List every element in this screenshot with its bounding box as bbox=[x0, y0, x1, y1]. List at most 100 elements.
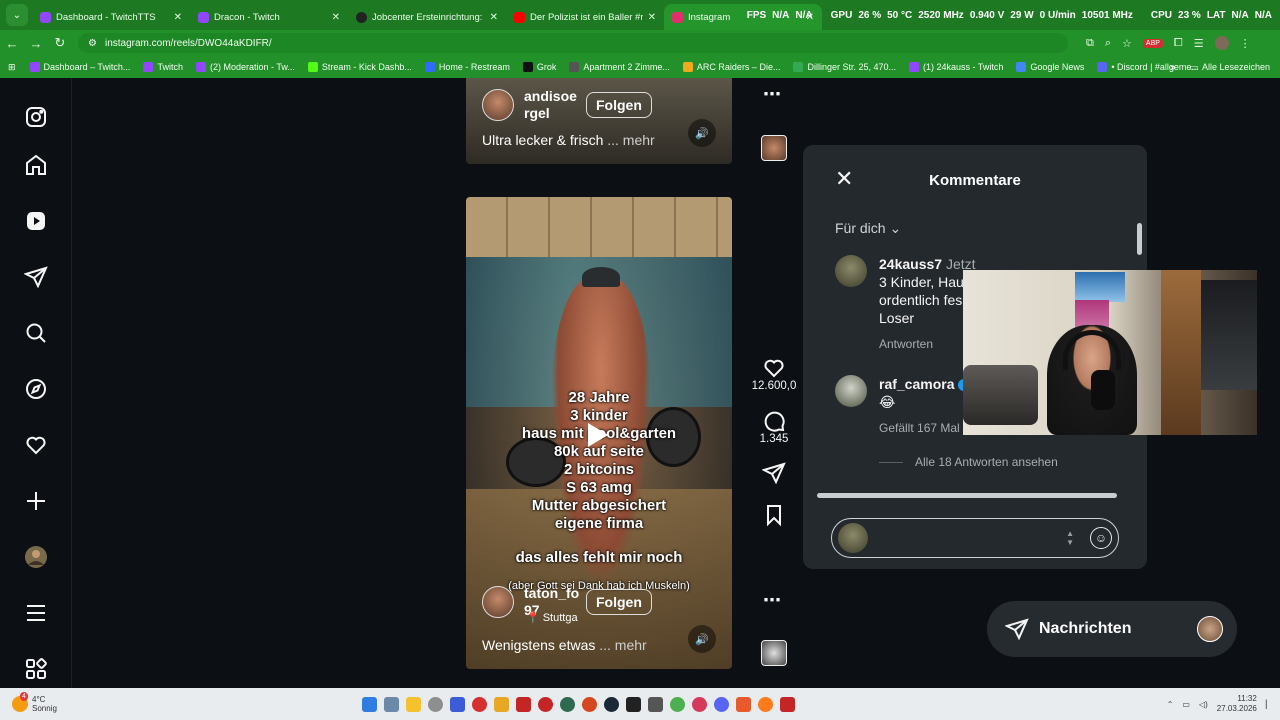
bookmark-item[interactable]: (1) 24kauss - Twitch bbox=[909, 62, 1003, 72]
avatar[interactable] bbox=[482, 586, 514, 618]
more-options-icon[interactable]: ⋯ bbox=[763, 590, 782, 611]
volume-icon[interactable]: 🔊 bbox=[688, 625, 716, 653]
opera-icon[interactable] bbox=[692, 696, 707, 712]
also-from-meta-icon[interactable] bbox=[24, 657, 48, 681]
scrollbar-thumb[interactable] bbox=[817, 493, 1117, 498]
scrollbar-thumb[interactable] bbox=[1137, 223, 1142, 255]
avatar[interactable] bbox=[835, 375, 867, 407]
instagram-logo-icon[interactable] bbox=[24, 105, 48, 129]
calculator-icon[interactable] bbox=[384, 696, 399, 712]
bookmark-item[interactable]: (2) Moderation - Tw... bbox=[195, 62, 295, 72]
reel-video[interactable]: 28 Jahre 3 kinder haus mit pool&garten 8… bbox=[466, 197, 732, 669]
bookmark-star-icon[interactable]: ☆ bbox=[1122, 37, 1132, 50]
bookmark-item[interactable]: Dashboard – Twitch... bbox=[29, 62, 130, 72]
app-icon[interactable] bbox=[780, 696, 795, 712]
reel-caption[interactable]: Wenigstens etwas ... mehr bbox=[482, 637, 647, 653]
avatar[interactable] bbox=[835, 255, 867, 287]
app-icon[interactable] bbox=[516, 696, 531, 712]
app-icon[interactable] bbox=[494, 696, 509, 712]
like-button[interactable]: 12.600,0 bbox=[752, 356, 796, 392]
mouse-app-icon[interactable] bbox=[428, 696, 443, 712]
app-icon[interactable] bbox=[538, 696, 553, 712]
firefox-icon[interactable] bbox=[758, 696, 773, 712]
profile-avatar-icon[interactable] bbox=[24, 545, 48, 569]
reply-button[interactable]: Antworten bbox=[879, 335, 976, 353]
install-app-icon[interactable]: ⧉ bbox=[1086, 37, 1094, 50]
resize-stepper-icon[interactable]: ▲ ▼ bbox=[1066, 529, 1074, 547]
bookmark-item[interactable]: Home - Restream bbox=[424, 62, 510, 72]
messages-button[interactable]: Nachrichten bbox=[987, 601, 1237, 657]
comment-username[interactable]: 24kauss7 bbox=[879, 256, 942, 272]
forward-arrow-icon[interactable]: → bbox=[24, 36, 48, 51]
profile-avatar-icon[interactable] bbox=[1214, 36, 1229, 50]
clock[interactable]: 11:32 27.03.2026 bbox=[1217, 694, 1257, 714]
view-replies-button[interactable]: Alle 18 Antworten ansehen bbox=[879, 455, 1058, 469]
chrome-icon[interactable] bbox=[670, 696, 685, 712]
terminal-icon[interactable] bbox=[626, 696, 641, 712]
site-info-icon[interactable]: ⚙ bbox=[88, 38, 97, 49]
app-icon[interactable] bbox=[648, 696, 663, 712]
bookmark-item[interactable]: Google News bbox=[1016, 62, 1084, 72]
tab-dracon-twitch[interactable]: Dracon - Twitch ✕ bbox=[190, 4, 348, 30]
close-icon[interactable]: ✕ bbox=[648, 12, 656, 23]
comment-input[interactable] bbox=[868, 519, 1067, 557]
menu-icon[interactable]: ⋮ bbox=[1240, 37, 1251, 50]
share-button[interactable] bbox=[762, 461, 786, 485]
app-icon[interactable] bbox=[582, 696, 597, 712]
notifications-heart-icon[interactable] bbox=[24, 433, 48, 457]
comment-username[interactable]: raf_camora bbox=[879, 376, 955, 392]
comment-button[interactable]: 1.345 bbox=[760, 409, 788, 445]
tab-dashboard-twitchtts[interactable]: Dashboard - TwitchTTS ✕ bbox=[32, 4, 190, 30]
tab-jobcenter[interactable]: Jobcenter Ersteinrichtung: Betr ✕ bbox=[348, 4, 506, 30]
comment-sort-dropdown[interactable]: Für dich ⌄ bbox=[835, 220, 901, 237]
location-tag[interactable]: 📍 Stuttga bbox=[526, 611, 578, 625]
follow-button[interactable]: Folgen bbox=[586, 589, 652, 615]
avatar[interactable] bbox=[482, 89, 514, 121]
windows-start-icon[interactable] bbox=[362, 696, 377, 712]
horizontal-scrollbar[interactable] bbox=[809, 491, 1139, 499]
bookmark-item[interactable]: Twitch bbox=[143, 62, 183, 72]
address-bar[interactable]: ⚙ instagram.com/reels/DWO44aKDIFR/ bbox=[78, 33, 1068, 53]
steam-icon[interactable] bbox=[604, 696, 619, 712]
bookmark-item[interactable]: Grok bbox=[522, 62, 556, 72]
adblock-icon[interactable]: ABP bbox=[1142, 38, 1163, 48]
close-icon[interactable]: ✕ bbox=[490, 12, 498, 23]
more-options-icon[interactable]: ⋯ bbox=[763, 84, 782, 105]
more-link[interactable]: ... mehr bbox=[607, 132, 654, 148]
v-app-icon[interactable] bbox=[450, 696, 465, 712]
search-icon[interactable] bbox=[24, 321, 48, 345]
close-icon[interactable]: ✕ bbox=[332, 12, 340, 23]
reload-icon[interactable]: ↻ bbox=[48, 35, 72, 51]
opera-gx-icon[interactable] bbox=[472, 696, 487, 712]
bookmark-item[interactable]: ARC Raiders – Die... bbox=[682, 62, 780, 72]
bookmark-item[interactable]: Stream - Kick Dashb... bbox=[307, 62, 412, 72]
discord-icon[interactable] bbox=[714, 696, 729, 712]
bookmark-item[interactable]: Apartment 2 Zimme... bbox=[569, 62, 670, 72]
chevron-up-icon[interactable]: ⌃ bbox=[1167, 700, 1174, 709]
follow-button[interactable]: Folgen bbox=[586, 92, 652, 118]
more-menu-icon[interactable] bbox=[24, 601, 48, 625]
reel-username[interactable]: andisoe rgel bbox=[524, 88, 577, 122]
tab-youtube-polizist[interactable]: Der Polizist ist ein Baller #mois ✕ bbox=[506, 4, 664, 30]
reading-list-icon[interactable]: ☰ bbox=[1194, 37, 1204, 50]
back-arrow-icon[interactable]: ← bbox=[0, 36, 24, 51]
all-bookmarks-folder[interactable]: ▭ Alle Lesezeichen bbox=[1189, 62, 1270, 73]
audio-thumbnail[interactable] bbox=[761, 135, 787, 161]
show-desktop-button[interactable]: ▏ bbox=[1266, 700, 1272, 709]
tab-search-button[interactable]: ⌄ bbox=[6, 4, 28, 26]
file-explorer-icon[interactable] bbox=[406, 696, 421, 712]
close-icon[interactable]: ✕ bbox=[174, 12, 182, 23]
save-button[interactable] bbox=[762, 503, 786, 527]
weather-widget[interactable]: 4 4°C Sonnig bbox=[12, 692, 342, 713]
more-bookmarks-button[interactable]: » bbox=[1170, 62, 1175, 72]
reel-caption[interactable]: Ultra lecker & frisch ... mehr bbox=[482, 132, 655, 148]
network-icon[interactable]: ▭ bbox=[1182, 700, 1190, 709]
app-icon[interactable] bbox=[560, 696, 575, 712]
app-icon[interactable] bbox=[736, 696, 751, 712]
speaker-icon[interactable]: ◁) bbox=[1199, 700, 1208, 709]
messages-icon[interactable] bbox=[24, 265, 48, 289]
audio-thumbnail[interactable] bbox=[761, 640, 787, 666]
apps-grid-icon[interactable]: ⊞ bbox=[8, 62, 16, 73]
zoom-icon[interactable]: ⌕ bbox=[1105, 37, 1111, 50]
bookmark-item[interactable]: Dillinger Str. 25, 470... bbox=[793, 62, 896, 72]
